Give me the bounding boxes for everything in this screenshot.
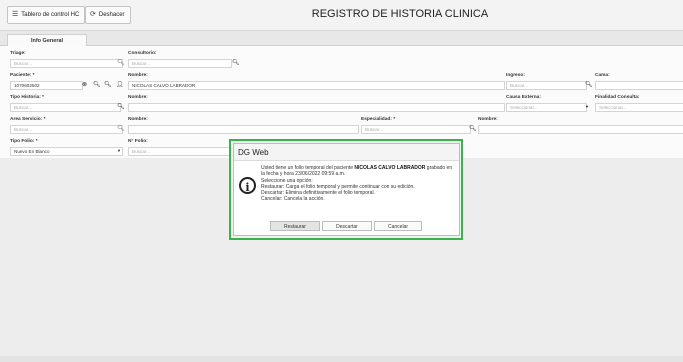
purpose-label: Finalidad Consulta: bbox=[595, 95, 640, 100]
triage-input[interactable]: Buscar... bbox=[10, 59, 123, 68]
patient-name-bold: NICOLAS CALVO LABRADOR bbox=[354, 165, 426, 171]
history-name-label: Nombre: bbox=[128, 95, 148, 100]
ingreso-label: Ingreso: bbox=[506, 73, 525, 78]
undo-button[interactable]: ⟳ Deshacer bbox=[85, 6, 131, 24]
history-type-label: Tipo Historia: * bbox=[10, 95, 45, 100]
search-icon[interactable]: 🔍︎ bbox=[117, 103, 125, 111]
search-icon[interactable]: 🔍︎ bbox=[117, 125, 125, 133]
dialog-message-main: Usted tiene un folio temporal del pacien… bbox=[261, 165, 457, 178]
external-cause-select[interactable]: Seleccionar... bbox=[506, 103, 587, 112]
search-icon[interactable]: 🔍︎ bbox=[585, 81, 593, 89]
bed-label: Cama: bbox=[595, 73, 610, 78]
chevron-down-icon[interactable]: ▼ bbox=[585, 103, 589, 111]
control-board-label: Tablero de control HC bbox=[21, 12, 80, 18]
tab-bar: Info General bbox=[0, 31, 683, 47]
search-icon[interactable]: 🔍︎ bbox=[104, 81, 112, 89]
external-cause-label: Causa Externa: bbox=[506, 95, 541, 100]
patient-name-field: NICOLAS CALVO LABRADOR bbox=[128, 81, 505, 90]
history-name-field bbox=[128, 103, 505, 112]
message-cancel-line: Cancelar: Cancela la acción. bbox=[261, 196, 325, 203]
user-icon[interactable]: 👤︎ bbox=[116, 81, 124, 89]
search-icon[interactable]: 🔍︎ bbox=[117, 59, 125, 67]
search-icon[interactable]: 🔍︎ bbox=[232, 59, 240, 67]
status-bar bbox=[0, 356, 683, 362]
control-board-button[interactable]: ☰ Tablero de control HC bbox=[7, 6, 86, 24]
message-prefix: Usted tiene un folio temporal del pacien… bbox=[261, 165, 355, 171]
info-icon: i bbox=[239, 177, 256, 194]
search-icon[interactable]: 🔍︎ bbox=[93, 81, 101, 89]
consultorio-input[interactable]: Buscar... bbox=[128, 59, 232, 68]
folio-type-select[interactable]: Nuevo En Blanco bbox=[10, 147, 123, 156]
folio-number-label: N° Folio: bbox=[128, 139, 148, 144]
specialty-label: Especialidad: * bbox=[361, 117, 396, 122]
discard-button[interactable]: Descartar bbox=[322, 221, 372, 231]
search-icon[interactable]: 🔍︎ bbox=[469, 125, 477, 133]
patient-name-label: Nombre: bbox=[128, 73, 148, 78]
top-toolbar: ☰ Tablero de control HC ⟳ Deshacer REGISTR… bbox=[0, 0, 683, 31]
purpose-select[interactable]: Seleccionar... bbox=[595, 103, 683, 112]
triage-label: Triage: bbox=[10, 51, 26, 56]
specialty-name-field bbox=[478, 125, 683, 134]
folio-type-label: Tipo Folio: * bbox=[10, 139, 38, 144]
undo-label: Deshacer bbox=[98, 12, 125, 18]
list-icon: ☰ bbox=[12, 11, 19, 18]
refresh-icon: ⟳ bbox=[90, 11, 96, 18]
dialog-title: DG Web bbox=[234, 144, 459, 161]
page-title: REGISTRO DE HISTORIA CLINICA bbox=[311, 8, 489, 20]
consultorio-label: Consultorio: bbox=[128, 51, 157, 56]
temporary-folio-dialog: DG Web i Usted tiene un folio temporal d… bbox=[233, 143, 460, 236]
area-name-field bbox=[128, 125, 359, 134]
history-type-input[interactable]: Buscar... bbox=[10, 103, 121, 112]
specialty-name-label: Nombre: bbox=[478, 117, 498, 122]
clear-icon[interactable]: ⊗ bbox=[82, 81, 87, 89]
specialty-input[interactable]: Buscar... bbox=[361, 125, 471, 134]
chevron-down-icon[interactable]: ▼ bbox=[117, 147, 121, 155]
ingreso-input[interactable]: Buscar... bbox=[506, 81, 587, 90]
restore-button[interactable]: Restaurar bbox=[270, 221, 320, 231]
service-area-input[interactable]: Buscar... bbox=[10, 125, 123, 134]
bed-field bbox=[595, 81, 683, 90]
patient-label: Paciente: * bbox=[10, 73, 35, 78]
folio-number-input[interactable]: Buscar... bbox=[128, 147, 231, 156]
service-area-label: Area Servicio: * bbox=[10, 117, 46, 122]
dialog-message: Usted tiene un folio temporal del pacien… bbox=[261, 165, 457, 203]
cancel-button[interactable]: Cancelar bbox=[374, 221, 422, 231]
patient-id-input[interactable]: 1070602502 bbox=[10, 81, 83, 90]
area-name-label: Nombre: bbox=[128, 117, 148, 122]
